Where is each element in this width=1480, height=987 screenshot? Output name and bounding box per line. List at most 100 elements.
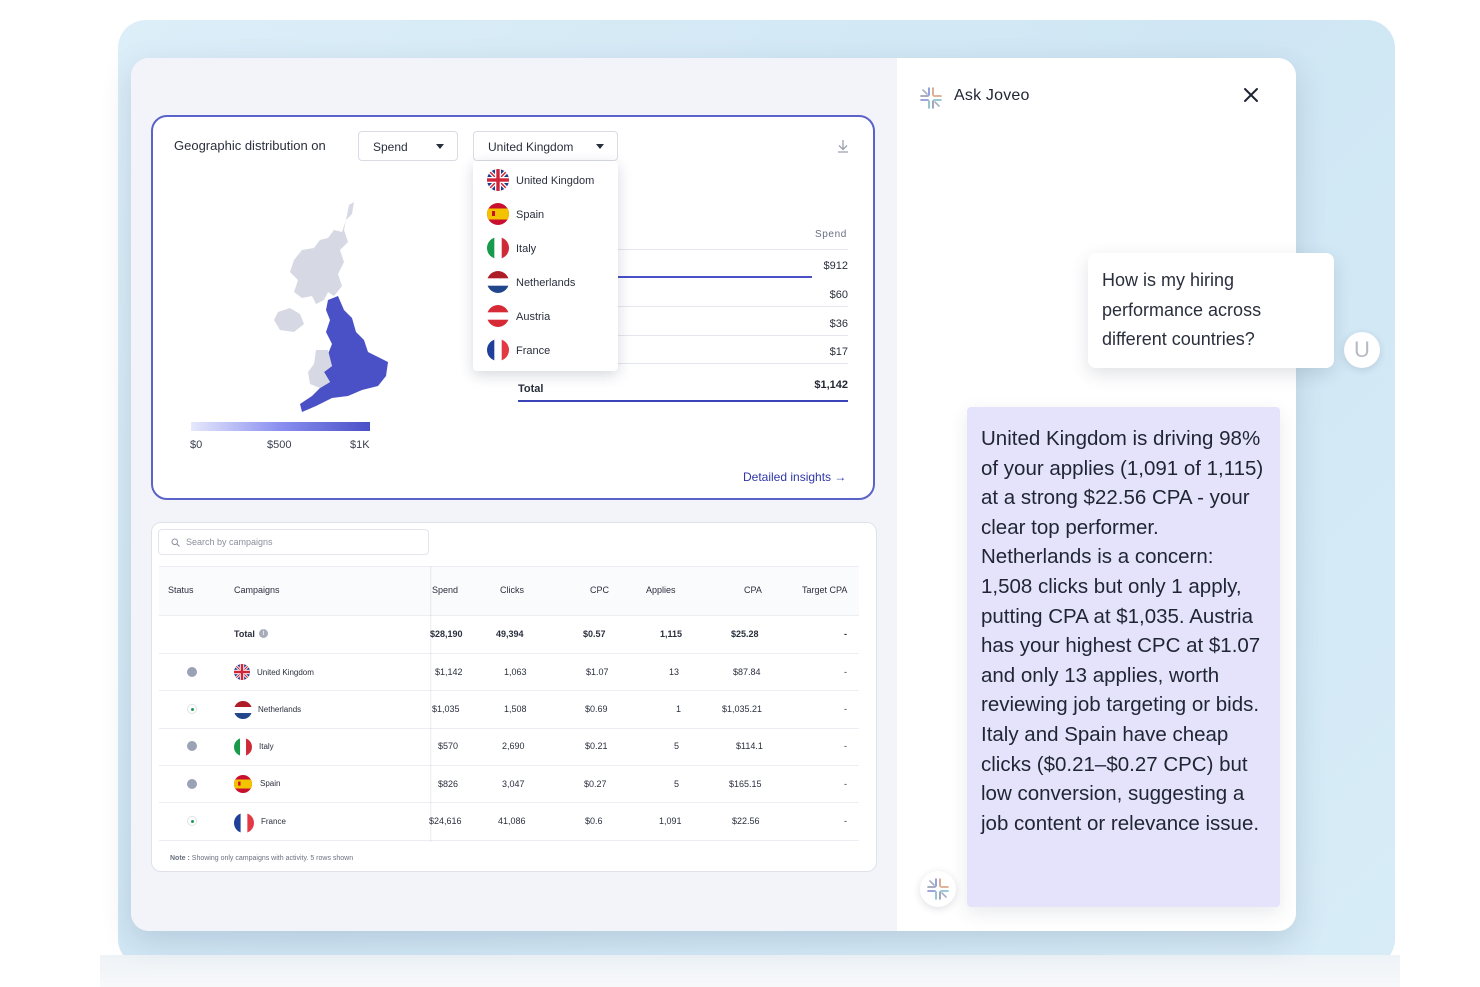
search-input[interactable]: Search by campaigns xyxy=(158,529,429,555)
flag-france-icon xyxy=(487,339,509,361)
dropdown-option-italy[interactable]: Italy xyxy=(487,237,612,261)
status-paused-icon[interactable] xyxy=(187,779,197,789)
total-applies: 1,115 xyxy=(660,629,683,639)
user-avatar: U xyxy=(1344,332,1380,368)
spend-value: $912 xyxy=(823,260,848,272)
map-scotland xyxy=(290,202,354,304)
total-cpc: $0.57 xyxy=(583,629,606,639)
cell-clicks: 1,063 xyxy=(504,667,527,677)
row-divider xyxy=(618,249,848,250)
country-select[interactable]: United Kingdom xyxy=(473,131,618,161)
campaign-name[interactable]: Italy xyxy=(259,742,274,751)
campaign-name[interactable]: United Kingdom xyxy=(257,668,314,677)
cell-cpc: $0.21 xyxy=(585,741,608,751)
cell-cpa: $87.84 xyxy=(733,667,761,677)
cell-applies: 5 xyxy=(674,779,680,789)
cell-clicks: 3,047 xyxy=(502,779,525,789)
dropdown-option-spain[interactable]: Spain xyxy=(487,203,612,227)
spend-value: $17 xyxy=(829,346,848,358)
row-divider xyxy=(618,363,848,364)
map-northern-ireland xyxy=(274,308,304,332)
cell-applies: 13 xyxy=(669,667,680,677)
search-placeholder: Search by campaigns xyxy=(186,537,273,547)
row-divider xyxy=(159,840,859,841)
note-label: Note : xyxy=(170,855,190,862)
info-icon: i xyxy=(259,629,268,638)
metric-select[interactable]: Spend xyxy=(358,131,458,161)
cell-cpc: $0.27 xyxy=(584,779,607,789)
cell-clicks: 1,508 xyxy=(504,704,527,714)
column-header[interactable]: Applies xyxy=(646,585,676,595)
flag-netherlands-icon xyxy=(234,701,252,719)
detailed-insights-link[interactable]: Detailed insights → xyxy=(743,470,846,484)
flag-france-icon xyxy=(234,813,254,833)
joveo-logo-icon xyxy=(927,878,949,900)
status-active-icon[interactable] xyxy=(187,816,197,826)
legend-tick: $500 xyxy=(267,439,292,451)
cell-applies: 1 xyxy=(676,704,682,714)
total-cpa: $25.28 xyxy=(731,629,759,639)
column-header[interactable]: Spend xyxy=(432,585,458,595)
dropdown-option-label: United Kingdom xyxy=(516,175,595,187)
dropdown-option-united-kingdom[interactable]: United Kingdom xyxy=(487,169,612,193)
map-england xyxy=(300,296,388,412)
chevron-down-icon xyxy=(436,144,444,149)
total-spend: $28,190 xyxy=(430,629,463,639)
country-select-value: United Kingdom xyxy=(488,140,574,154)
cell-spend: $826 xyxy=(438,779,459,789)
total-clicks: 49,394 xyxy=(496,629,524,639)
table-note: Note : Showing only campaigns with activ… xyxy=(170,855,353,862)
status-paused-icon[interactable] xyxy=(187,741,197,751)
cell-target: - xyxy=(844,816,847,826)
dropdown-option-label: Italy xyxy=(516,243,537,255)
flag-uk-icon xyxy=(234,664,250,680)
spend-value: $36 xyxy=(829,318,848,330)
download-icon[interactable] xyxy=(836,138,850,154)
row-divider xyxy=(159,728,859,729)
cell-applies: 5 xyxy=(674,741,680,751)
flag-netherlands-icon xyxy=(487,271,509,293)
legend-tick: $0 xyxy=(190,439,203,451)
joveo-logo-icon xyxy=(920,87,942,109)
close-icon[interactable] xyxy=(1240,84,1262,106)
column-header[interactable]: CPA xyxy=(744,585,762,595)
campaign-name[interactable]: Netherlands xyxy=(258,705,301,714)
cell-spend: $24,616 xyxy=(429,816,462,826)
column-header[interactable]: Status xyxy=(168,585,194,595)
panel-title: Ask Joveo xyxy=(954,87,1030,104)
uk-map xyxy=(274,202,388,412)
dropdown-option-label: Austria xyxy=(516,311,551,323)
total-row-label: Total xyxy=(234,629,255,639)
column-header[interactable]: CPC xyxy=(590,585,609,595)
legend-tick: $1K xyxy=(350,439,370,451)
status-paused-icon[interactable] xyxy=(187,667,197,677)
campaign-name[interactable]: Spain xyxy=(260,779,280,788)
column-header[interactable]: Target CPA xyxy=(802,585,847,595)
status-active-icon[interactable] xyxy=(187,704,197,714)
sticky-column-shadow xyxy=(430,566,432,842)
legend-gradient xyxy=(191,422,370,431)
dropdown-option-netherlands[interactable]: Netherlands xyxy=(487,271,612,295)
campaign-name[interactable]: France xyxy=(261,817,286,826)
flag-italy-icon xyxy=(234,738,252,756)
cell-cpa: $22.56 xyxy=(732,816,760,826)
search-icon xyxy=(171,538,180,547)
assistant-message: United Kingdom is driving 98% of your ap… xyxy=(967,407,1280,907)
row-divider xyxy=(618,306,848,307)
spend-header: Spend xyxy=(815,229,847,240)
cell-cpc: $1.07 xyxy=(586,667,609,677)
spend-bar-uk xyxy=(618,276,812,278)
total-value: $1,142 xyxy=(814,379,848,391)
column-header[interactable]: Campaigns xyxy=(234,585,280,595)
cell-cpc: $0.6 xyxy=(585,816,603,826)
cell-cpc: $0.69 xyxy=(585,704,608,714)
dropdown-option-label: France xyxy=(516,345,551,357)
total-target: - xyxy=(844,629,847,639)
row-divider xyxy=(159,690,859,691)
dropdown-option-france[interactable]: France xyxy=(487,339,612,363)
cell-target: - xyxy=(844,779,847,789)
cell-cpa: $114.1 xyxy=(736,741,763,751)
dropdown-option-austria[interactable]: Austria xyxy=(487,305,612,329)
column-header[interactable]: Clicks xyxy=(500,585,524,595)
row-divider xyxy=(159,802,859,803)
